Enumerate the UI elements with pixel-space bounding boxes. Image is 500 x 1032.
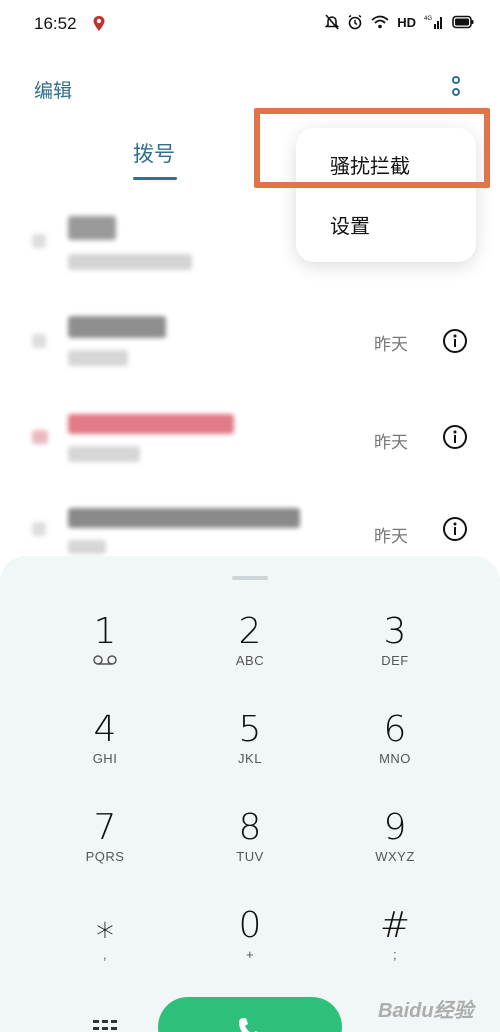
dial-key-8[interactable]: 8 TUV: [195, 808, 305, 898]
tab-dialer[interactable]: 拨号: [133, 138, 175, 168]
key-letters: JKL: [238, 751, 262, 766]
edit-button[interactable]: 编辑: [34, 76, 72, 103]
key-letters: WXYZ: [375, 849, 415, 864]
key-letters: ABC: [235, 653, 265, 668]
alarm-icon: [348, 14, 362, 30]
phone-icon: [239, 1018, 258, 1032]
voicemail-icon: [93, 655, 117, 665]
location-pin-icon: [93, 16, 105, 31]
network-hd-label: HD: [397, 14, 416, 30]
key-letters: +: [245, 947, 255, 962]
contact-number-redacted: [68, 350, 128, 366]
status-icons: HD 4G: [325, 14, 474, 30]
key-digit: 7: [93, 807, 117, 848]
contact-number-redacted: [68, 540, 106, 554]
contact-name-redacted: [68, 216, 116, 240]
key-digit: 5: [238, 709, 262, 750]
key-letters: MNO: [379, 751, 411, 766]
key-digit: 8: [238, 807, 262, 848]
keypad-grid-icon[interactable]: [92, 1018, 118, 1032]
status-time: 16:52: [34, 14, 77, 33]
key-digit: ⁎: [96, 905, 114, 946]
key-digit: 6: [383, 709, 407, 750]
key-letters: DEF: [381, 653, 409, 668]
call-date: 昨天: [374, 335, 408, 355]
dial-key-3[interactable]: 3 DEF: [340, 612, 450, 702]
call-log-item-missed[interactable]: 昨天: [0, 396, 500, 492]
call-button[interactable]: [158, 997, 342, 1032]
status-bar: 16:52 HD 4G: [0, 0, 500, 50]
info-icon[interactable]: [442, 516, 468, 542]
dial-key-2[interactable]: 2 ABC: [195, 612, 305, 702]
annotation-highlight-box: [254, 108, 490, 188]
call-log-item[interactable]: 昨天: [0, 300, 500, 396]
dial-key-star[interactable]: ⁎ ,: [50, 906, 160, 996]
key-digit: 2: [238, 611, 262, 652]
key-digit: 0: [238, 905, 262, 946]
call-date: 昨天: [374, 527, 408, 547]
battery-icon: [452, 15, 474, 29]
key-digit: 1: [93, 611, 117, 652]
dial-key-9[interactable]: 9 WXYZ: [340, 808, 450, 898]
contact-avatar: [32, 430, 48, 444]
contact-name-redacted: [68, 316, 166, 338]
mute-bell-icon: [325, 14, 340, 30]
contact-avatar: [32, 334, 46, 348]
key-digit: 4: [93, 709, 117, 750]
signal-icon: 4G: [424, 16, 442, 29]
dial-key-0[interactable]: 0 +: [195, 906, 305, 996]
baidu-watermark: Baidu经验: [378, 1000, 474, 1022]
dial-key-6[interactable]: 6 MNO: [340, 710, 450, 800]
tab-active-indicator: [133, 177, 177, 180]
info-icon[interactable]: [442, 328, 468, 354]
dialpad-drag-handle[interactable]: [232, 576, 268, 580]
contact-avatar: [32, 234, 46, 248]
key-letters: GHI: [92, 751, 118, 766]
dialpad: 1 2 ABC 3 DEF 4 GHI 5 JKL 6 MNO 7 PQRS 8…: [0, 556, 500, 1032]
call-date: 昨天: [374, 433, 408, 453]
key-digit: 9: [383, 807, 407, 848]
wifi-icon: [371, 15, 389, 29]
key-letters: ;: [392, 947, 398, 962]
more-vertical-icon[interactable]: [446, 74, 466, 102]
dial-key-1[interactable]: 1: [50, 612, 160, 702]
dial-key-5[interactable]: 5 JKL: [195, 710, 305, 800]
contact-name-redacted: [68, 508, 300, 528]
contact-name-redacted: [68, 414, 234, 434]
contact-avatar: [32, 522, 46, 536]
svg-text:4G: 4G: [424, 16, 432, 22]
key-letters: TUV: [236, 849, 264, 864]
menu-item-settings[interactable]: 设置: [330, 210, 370, 239]
dial-key-hash[interactable]: # ;: [340, 906, 450, 996]
info-icon[interactable]: [442, 424, 468, 450]
contact-number-redacted: [68, 446, 140, 462]
key-digit: #: [379, 905, 411, 946]
key-digit: 3: [383, 611, 407, 652]
key-letters: PQRS: [85, 849, 125, 864]
key-letters: ,: [102, 947, 108, 962]
contact-number-redacted: [68, 254, 192, 270]
dial-key-7[interactable]: 7 PQRS: [50, 808, 160, 898]
dial-key-4[interactable]: 4 GHI: [50, 710, 160, 800]
